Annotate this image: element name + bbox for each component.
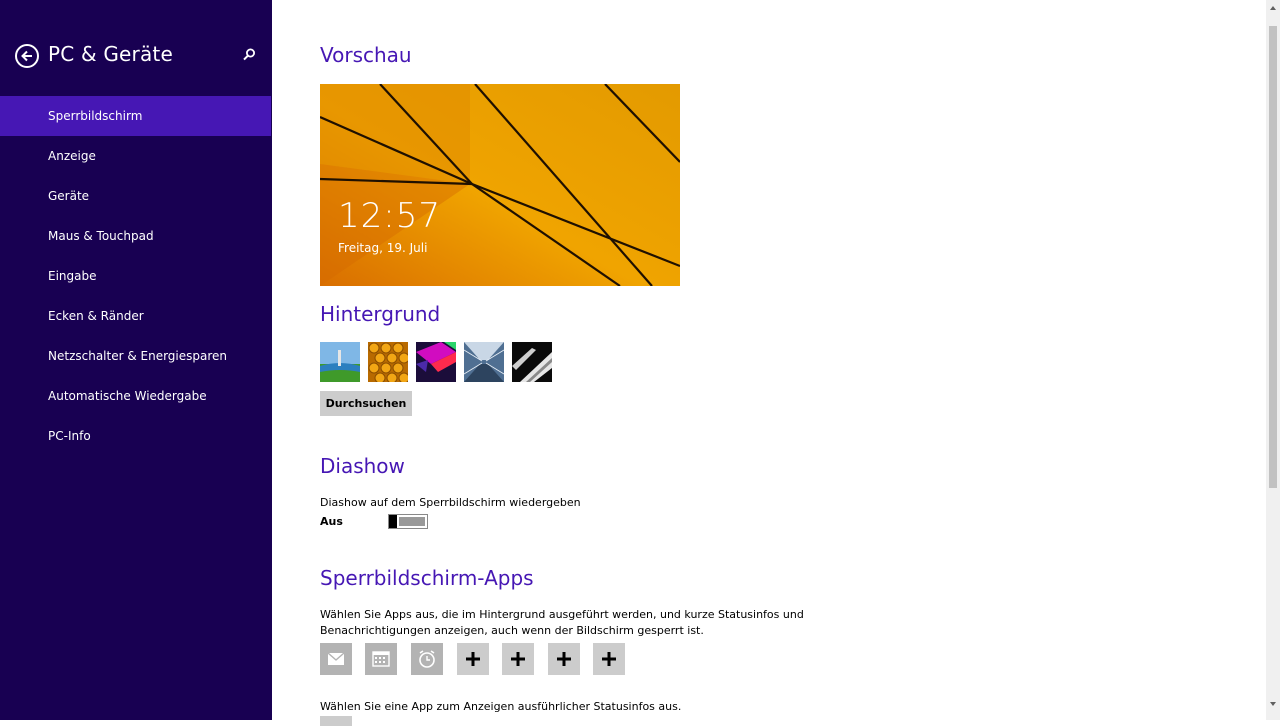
sidebar-item-pc-info[interactable]: PC-Info <box>0 416 272 456</box>
lock-screen-time: 12:57 <box>338 196 441 236</box>
sidebar: PC & Geräte Sperrbildschirm Anzeige Gerä… <box>0 0 272 720</box>
lock-app-alarm[interactable] <box>411 643 443 675</box>
sidebar-item-maus-touchpad[interactable]: Maus & Touchpad <box>0 216 272 256</box>
slideshow-heading: Diashow <box>320 454 405 478</box>
sidebar-item-geraete[interactable]: Geräte <box>0 176 272 216</box>
scrollbar-thumb[interactable] <box>1269 26 1277 488</box>
background-thumbnail-landscape[interactable] <box>320 342 360 382</box>
arrow-left-icon <box>21 50 32 62</box>
sidebar-item-ecken-raender[interactable]: Ecken & Ränder <box>0 296 272 336</box>
chevron-up-icon <box>1270 6 1276 10</box>
main-content: Vorschau 12:57 Freitag, 19. Juli Hinterg… <box>272 0 1266 726</box>
landscape-image <box>320 342 360 382</box>
honeycomb-image <box>368 342 408 382</box>
abstract-image <box>416 342 456 382</box>
add-lock-app-button-4[interactable] <box>593 643 625 675</box>
preview-heading: Vorschau <box>320 43 412 67</box>
sidebar-title: PC & Geräte <box>48 42 173 66</box>
background-heading: Hintergrund <box>320 302 441 326</box>
piano-image <box>512 342 552 382</box>
scroll-down-button[interactable] <box>1266 696 1280 710</box>
detailed-status-app-tile[interactable] <box>320 716 352 726</box>
plus-icon <box>466 652 480 666</box>
sidebar-item-sperrbildschirm[interactable]: Sperrbildschirm <box>0 96 271 136</box>
plus-icon <box>511 652 525 666</box>
detailed-status-description: Wählen Sie eine App zum Anzeigen ausführ… <box>320 700 682 713</box>
sidebar-item-anzeige[interactable]: Anzeige <box>0 136 272 176</box>
lock-apps-heading: Sperrbildschirm-Apps <box>320 566 534 590</box>
toggle-thumb <box>389 515 397 528</box>
calendar-icon <box>372 651 390 667</box>
add-lock-app-button-3[interactable] <box>548 643 580 675</box>
tunnel-image <box>464 342 504 382</box>
toggle-track <box>399 517 425 526</box>
slideshow-description: Diashow auf dem Sperrbildschirm wiederge… <box>320 496 581 509</box>
plus-icon <box>557 652 571 666</box>
chevron-down-icon <box>1270 702 1276 706</box>
lock-apps-description-line2: Benachrichtigungen anzeigen, auch wenn d… <box>320 624 704 637</box>
lock-screen-wallpaper <box>320 84 680 286</box>
lock-screen-preview: 12:57 Freitag, 19. Juli <box>320 84 680 286</box>
alarm-clock-icon <box>419 650 435 668</box>
background-thumbnail-tunnel[interactable] <box>464 342 504 382</box>
background-thumbnail-piano[interactable] <box>512 342 552 382</box>
background-thumbnail-honeycomb[interactable] <box>368 342 408 382</box>
vertical-scrollbar[interactable] <box>1266 0 1280 720</box>
lock-screen-date: Freitag, 19. Juli <box>338 241 428 255</box>
add-lock-app-button-1[interactable] <box>457 643 489 675</box>
sidebar-item-netzschalter[interactable]: Netzschalter & Energiesparen <box>0 336 272 376</box>
background-thumbnail-abstract[interactable] <box>416 342 456 382</box>
slideshow-state-label: Aus <box>320 515 343 528</box>
back-button[interactable] <box>15 44 39 68</box>
sidebar-item-eingabe[interactable]: Eingabe <box>0 256 272 296</box>
add-lock-app-button-2[interactable] <box>502 643 534 675</box>
search-icon <box>243 48 255 61</box>
plus-icon <box>602 652 616 666</box>
sidebar-nav: Sperrbildschirm Anzeige Geräte Maus & To… <box>0 96 272 456</box>
search-button[interactable] <box>240 46 258 64</box>
mail-icon <box>327 652 345 665</box>
lock-app-calendar[interactable] <box>365 643 397 675</box>
scroll-up-button[interactable] <box>1266 0 1280 14</box>
lock-app-mail[interactable] <box>320 643 352 675</box>
browse-button[interactable]: Durchsuchen <box>320 391 412 416</box>
sidebar-item-automatische-wiedergabe[interactable]: Automatische Wiedergabe <box>0 376 272 416</box>
slideshow-toggle[interactable] <box>388 514 428 529</box>
lock-apps-description-line1: Wählen Sie Apps aus, die im Hintergrund … <box>320 608 804 621</box>
